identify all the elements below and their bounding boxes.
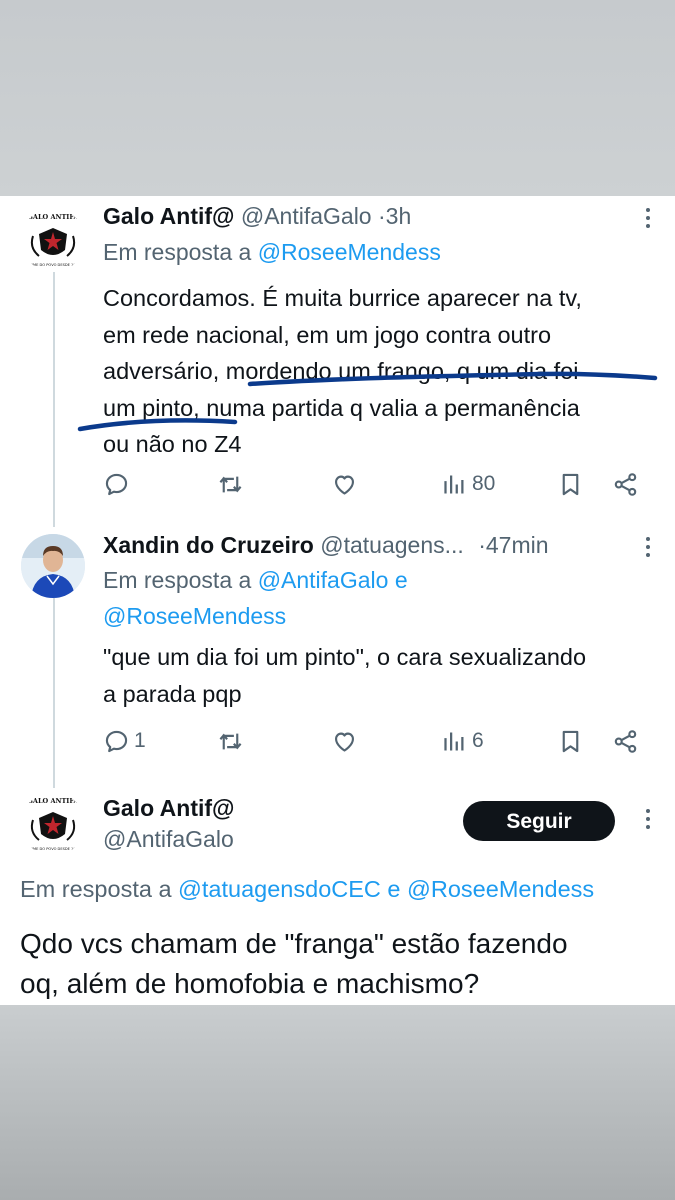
bookmark-icon [562,473,579,495]
mention-link[interactable]: @RoseeMendess [103,603,286,629]
retweet-icon [219,476,242,492]
avatar[interactable]: GALO ANTIFA O TIME DO POVO DESDE 1908 [21,208,85,272]
tweet-text-line: Qdo vcs chamam de "franga" estão fazendo [20,928,568,959]
user-photo-icon [21,534,85,598]
views-chart-icon [444,732,464,750]
views-count: 80 [472,472,496,495]
tweet-text: "que um dia foi um pinto", o cara sexual… [103,639,663,712]
svg-text:GALO ANTIFA: GALO ANTIFA [27,797,79,805]
separator-dot: · [478,532,486,558]
reply-count: 1 [134,729,146,752]
galo-antifa-logo-icon: GALO ANTIFA O TIME DO POVO DESDE 1908 [21,208,85,272]
tweet-text-line: a parada pqp [103,680,242,707]
author-name[interactable]: Galo Antif@ [103,795,234,821]
reply-button[interactable]: 1 [103,723,146,759]
tweet-text-line: Concordamos. É muita burrice aparecer na… [103,285,582,311]
reply-joiner: e [387,876,401,902]
views-chart-icon [444,475,464,493]
galo-antifa-logo-icon: GALO ANTIFA O TIME DO POVO DESDE 1908 [21,792,85,856]
tweet-text-line: em rede nacional, em um jogo contra outr… [103,321,552,348]
share-icon [614,729,637,753]
retweet-button[interactable] [217,466,248,502]
author-handle[interactable]: @AntifaGalo [241,203,372,229]
svg-text:O TIME DO POVO DESDE 1908: O TIME DO POVO DESDE 1908 [26,847,81,851]
heart-icon [334,475,355,495]
author-handle[interactable]: @tatuagens... [320,532,464,558]
reply-icon [105,730,128,752]
share-button[interactable] [612,466,639,502]
tweet-text-line: oq, além de homofobia e machismo? [20,968,480,999]
timestamp[interactable]: 47min [486,532,549,558]
reply-context: Em resposta a @AntifaGalo e @RoseeMendes… [103,562,663,634]
views-count: 6 [472,729,484,752]
author-name[interactable]: Xandin do Cruzeiro [103,532,314,558]
tweet-text-line: ou não no Z4 [103,431,242,457]
views-button[interactable]: 80 [441,466,495,502]
follow-button[interactable]: Seguir [463,801,615,841]
reply-context: Em resposta a @RoseeMendess [103,234,441,270]
reply-prefix: Em resposta a [103,239,252,265]
tweet-text-line: um pinto, numa partida q valia a permanê… [103,394,580,421]
tweet-text-line: adversário, mordendo um frango, q um dia… [103,358,579,384]
more-options-icon[interactable] [645,537,651,561]
action-bar: 80 [103,466,663,502]
avatar[interactable]: GALO ANTIFA O TIME DO POVO DESDE 1908 [21,792,85,856]
separator-dot: · [377,203,386,229]
reply-icon [105,473,128,495]
tweet-card: GALO ANTIFA O TIME DO POVO DESDE 1908 Ga… [0,196,675,1005]
svg-text:O TIME DO POVO DESDE 1908: O TIME DO POVO DESDE 1908 [26,263,81,267]
author-name[interactable]: Galo Antif@ [103,203,234,229]
action-bar: 1 6 [103,723,663,759]
tweet-header: Galo Antif@ @AntifaGalo ·3h [103,201,411,231]
main-author-handle[interactable]: @AntifaGalo [103,824,234,854]
thread-line [53,598,55,788]
svg-text:GALO ANTIFA: GALO ANTIFA [27,213,79,221]
bookmark-icon [562,730,579,752]
heart-icon [334,732,355,752]
reply-joiner: e [394,567,408,593]
reply-prefix: Em resposta a [20,876,172,902]
avatar[interactable] [21,534,85,598]
reply-prefix: Em resposta a [103,567,252,593]
share-icon [614,472,637,496]
mention-link[interactable]: @tatuagensdoCEC [178,876,381,902]
more-options-icon[interactable] [645,809,651,833]
tweet-text: Concordamos. É muita burrice aparecer na… [103,280,663,463]
share-button[interactable] [612,723,639,759]
like-button[interactable] [331,466,362,502]
views-button[interactable]: 6 [441,723,484,759]
tweet-text-line: "que um dia foi um pinto", o cara sexual… [103,644,587,670]
mention-link[interactable]: @AntifaGalo [258,567,389,593]
reply-context: Em resposta a @tatuagensdoCEC e @RoseeMe… [20,876,594,903]
like-button[interactable] [331,723,362,759]
main-author-name[interactable]: Galo Antif@ [103,793,234,823]
reply-button[interactable] [103,466,134,502]
bookmark-button[interactable] [557,466,584,502]
mention-link[interactable]: @RoseeMendess [407,876,594,902]
more-options-icon[interactable] [645,208,651,232]
retweet-button[interactable] [217,723,248,759]
timestamp[interactable]: 3h [386,203,412,229]
tweet-header: Xandin do Cruzeiro @tatuagens... ·47min [103,530,549,560]
retweet-icon [219,733,242,749]
main-tweet-text: Qdo vcs chamam de "franga" estão fazendo… [20,924,660,1004]
thread-line [53,272,55,527]
author-handle[interactable]: @AntifaGalo [103,826,234,852]
bookmark-button[interactable] [557,723,584,759]
mention-link[interactable]: @RoseeMendess [258,239,441,265]
